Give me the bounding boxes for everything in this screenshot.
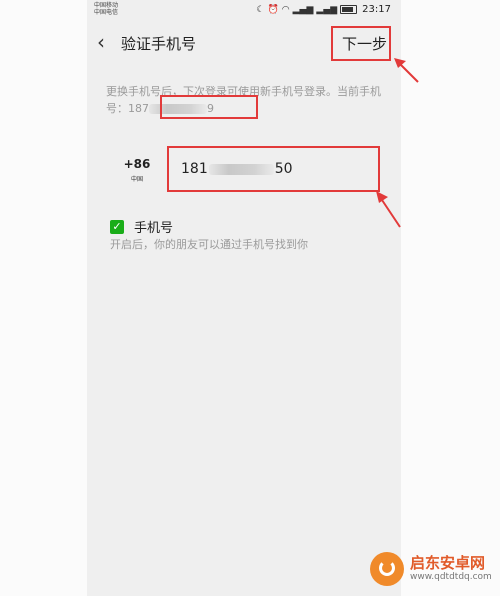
battery-icon bbox=[340, 5, 358, 14]
moon-icon: ☾ bbox=[256, 4, 265, 15]
carrier-2: 中国电信 bbox=[94, 9, 119, 16]
watermark-url: www.qdtdtdq.com bbox=[410, 572, 492, 582]
page-title: 验证手机号 bbox=[121, 35, 197, 53]
annotation-box-next bbox=[331, 26, 391, 61]
annotation-arrow-next bbox=[394, 58, 419, 83]
alarm-icon: ⏰ bbox=[267, 4, 279, 15]
phone-screen: 中国移动 中国电信 ☾ ⏰ ◠ ▂▄▆ ▂▄▆ 23:17 ‹ 验证手机号 下一… bbox=[87, 0, 401, 596]
watermark: 启东安卓网 www.qdtdtdq.com bbox=[370, 552, 492, 586]
carrier-info: 中国移动 中国电信 bbox=[94, 2, 118, 16]
annotation-box-current-phone bbox=[160, 95, 258, 119]
option-hint: 开启后，你的朋友可以通过手机号找到你 bbox=[110, 238, 308, 251]
chevron-left-icon[interactable]: ‹ bbox=[97, 32, 105, 52]
country-code[interactable]: +86 中国 bbox=[117, 157, 157, 183]
phone-visibility-option[interactable]: ✓ 手机号 bbox=[110, 217, 173, 236]
country-code-number: +86 bbox=[123, 157, 151, 171]
watermark-logo-icon bbox=[370, 552, 404, 586]
annotation-arrow-phone-input bbox=[376, 191, 401, 228]
option-label: 手机号 bbox=[134, 221, 174, 236]
signal-icon: ▂▄▆ bbox=[292, 4, 314, 15]
country-region: 中国 bbox=[130, 176, 143, 183]
carrier-1: 中国移动 bbox=[94, 2, 119, 9]
watermark-name: 启东安卓网 bbox=[410, 554, 486, 572]
current-phone-prefix: 187 bbox=[128, 102, 149, 115]
status-time: 23:17 bbox=[362, 4, 391, 15]
status-bar: 中国移动 中国电信 ☾ ⏰ ◠ ▂▄▆ ▂▄▆ 23:17 bbox=[87, 0, 401, 22]
annotation-box-phone-input bbox=[167, 146, 380, 192]
wifi-icon: ◠ bbox=[281, 4, 290, 15]
signal-icon: ▂▄▆ bbox=[316, 4, 338, 15]
status-icons: ☾ ⏰ ◠ ▂▄▆ ▂▄▆ 23:17 bbox=[256, 4, 391, 15]
checkbox-checked-icon[interactable]: ✓ bbox=[110, 219, 124, 234]
